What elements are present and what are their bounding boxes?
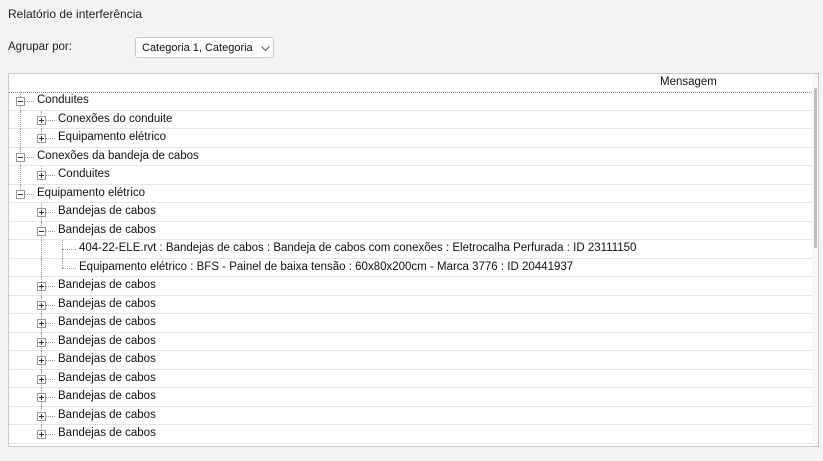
expand-icon[interactable] bbox=[37, 393, 46, 402]
interference-tree[interactable]: Mensagem Conduites Conexões do conduite Eq… bbox=[8, 73, 819, 447]
expand-icon[interactable] bbox=[37, 374, 46, 384]
group-by-value: Categoria 1, Categoria bbox=[142, 42, 253, 54]
group-by-dropdown[interactable]: Categoria 1, Categoria bbox=[135, 37, 274, 58]
expand-icon[interactable] bbox=[37, 282, 46, 291]
expand-icon[interactable] bbox=[37, 411, 46, 421]
tree-node-label: Conduites bbox=[58, 168, 110, 180]
expand-icon[interactable] bbox=[37, 208, 46, 217]
tree-guide-line bbox=[41, 240, 42, 259]
tree-row[interactable]: Conduites bbox=[9, 166, 812, 185]
tree-row[interactable]: Bandejas de cabos bbox=[9, 425, 812, 444]
tree-node-label: Bandejas de cabos bbox=[58, 223, 156, 236]
tree-row[interactable]: Bandejas de cabos bbox=[9, 314, 812, 333]
collapse-icon[interactable] bbox=[16, 189, 25, 199]
tree-row[interactable]: Bandejas de cabos bbox=[9, 277, 812, 296]
tree-row[interactable]: Bandejas de cabos bbox=[9, 295, 812, 314]
tree-node-label: Bandejas de cabos bbox=[58, 205, 156, 217]
chevron-down-icon bbox=[261, 46, 270, 52]
tree-node-label: Conexões do conduite bbox=[58, 112, 173, 125]
tree-node-label: Bandejas de cabos bbox=[58, 371, 156, 384]
tree-row[interactable]: Bandejas de cabos bbox=[9, 406, 812, 425]
tree-header: Mensagem bbox=[9, 74, 812, 93]
tree-node-label: Bandejas de cabos bbox=[58, 316, 156, 328]
interference-message: Equipamento elétrico : BFS - Painel de b… bbox=[79, 260, 574, 273]
expand-icon[interactable] bbox=[37, 134, 46, 143]
tree-node-label: Bandejas de cabos bbox=[58, 427, 156, 439]
tree-node-label: Bandejas de cabos bbox=[58, 297, 156, 310]
tree-guide-line bbox=[20, 166, 21, 185]
tree-node-label: Conexões da bandeja de cabos bbox=[37, 149, 199, 162]
group-by-label: Agrupar por: bbox=[8, 41, 72, 53]
window-title: Relatório de interferência bbox=[8, 7, 143, 21]
column-header-message[interactable]: Mensagem bbox=[660, 76, 717, 88]
tree-guide-line bbox=[41, 258, 42, 277]
tree-node-label: Conduites bbox=[37, 94, 89, 106]
tree-row[interactable]: Bandejas de cabos bbox=[9, 369, 812, 388]
tree-node-label: Bandejas de cabos bbox=[58, 390, 156, 402]
expand-icon[interactable] bbox=[37, 430, 46, 439]
tree-row[interactable]: Bandejas de cabos bbox=[9, 332, 812, 351]
tree-row[interactable]: Equipamento elétrico bbox=[9, 129, 812, 148]
tree-node-label: Bandejas de cabos bbox=[58, 353, 156, 365]
tree-guide-line bbox=[20, 129, 21, 148]
tree-row[interactable]: Bandejas de cabos bbox=[9, 203, 812, 222]
tree-row[interactable]: Bandejas de cabos bbox=[9, 221, 812, 240]
expand-icon[interactable] bbox=[37, 337, 46, 347]
tree-row[interactable]: Equipamento elétrico : BFS - Painel de b… bbox=[9, 258, 812, 277]
expand-icon[interactable] bbox=[37, 115, 46, 125]
collapse-icon[interactable] bbox=[16, 97, 25, 106]
vertical-scrollbar[interactable] bbox=[812, 74, 818, 446]
expand-icon[interactable] bbox=[37, 356, 46, 365]
tree-guide-line bbox=[62, 258, 63, 268]
scrollbar-thumb[interactable] bbox=[814, 88, 817, 248]
tree-row[interactable]: Equipamento elétrico bbox=[9, 184, 812, 203]
tree-guide-line bbox=[20, 110, 21, 129]
tree-row[interactable]: Conexões do conduite bbox=[9, 110, 812, 129]
tree-rows: Conduites Conexões do conduite Equipamento… bbox=[9, 92, 812, 444]
expand-icon[interactable] bbox=[37, 300, 46, 310]
collapse-icon[interactable] bbox=[16, 152, 25, 162]
interference-message: 404-22-ELE.rvt : Bandejas de cabos : Ban… bbox=[79, 242, 637, 254]
tree-row[interactable]: 404-22-ELE.rvt : Bandejas de cabos : Ban… bbox=[9, 240, 812, 259]
collapse-icon[interactable] bbox=[37, 226, 46, 236]
tree-row[interactable]: Conduites bbox=[9, 92, 812, 111]
tree-guide-line bbox=[62, 267, 76, 269]
tree-node-label: Equipamento elétrico bbox=[37, 186, 146, 199]
tree-node-label: Bandejas de cabos bbox=[58, 334, 156, 347]
expand-icon[interactable] bbox=[37, 319, 46, 328]
tree-node-label: Equipamento elétrico bbox=[58, 131, 167, 143]
tree-guide-line bbox=[62, 249, 76, 250]
expand-icon[interactable] bbox=[37, 171, 46, 180]
tree-node-label: Bandejas de cabos bbox=[58, 408, 156, 421]
tree-row[interactable]: Bandejas de cabos bbox=[9, 351, 812, 370]
tree-row[interactable]: Bandejas de cabos bbox=[9, 388, 812, 407]
tree-row[interactable]: Conexões da bandeja de cabos bbox=[9, 147, 812, 166]
tree-node-label: Bandejas de cabos bbox=[58, 279, 156, 291]
